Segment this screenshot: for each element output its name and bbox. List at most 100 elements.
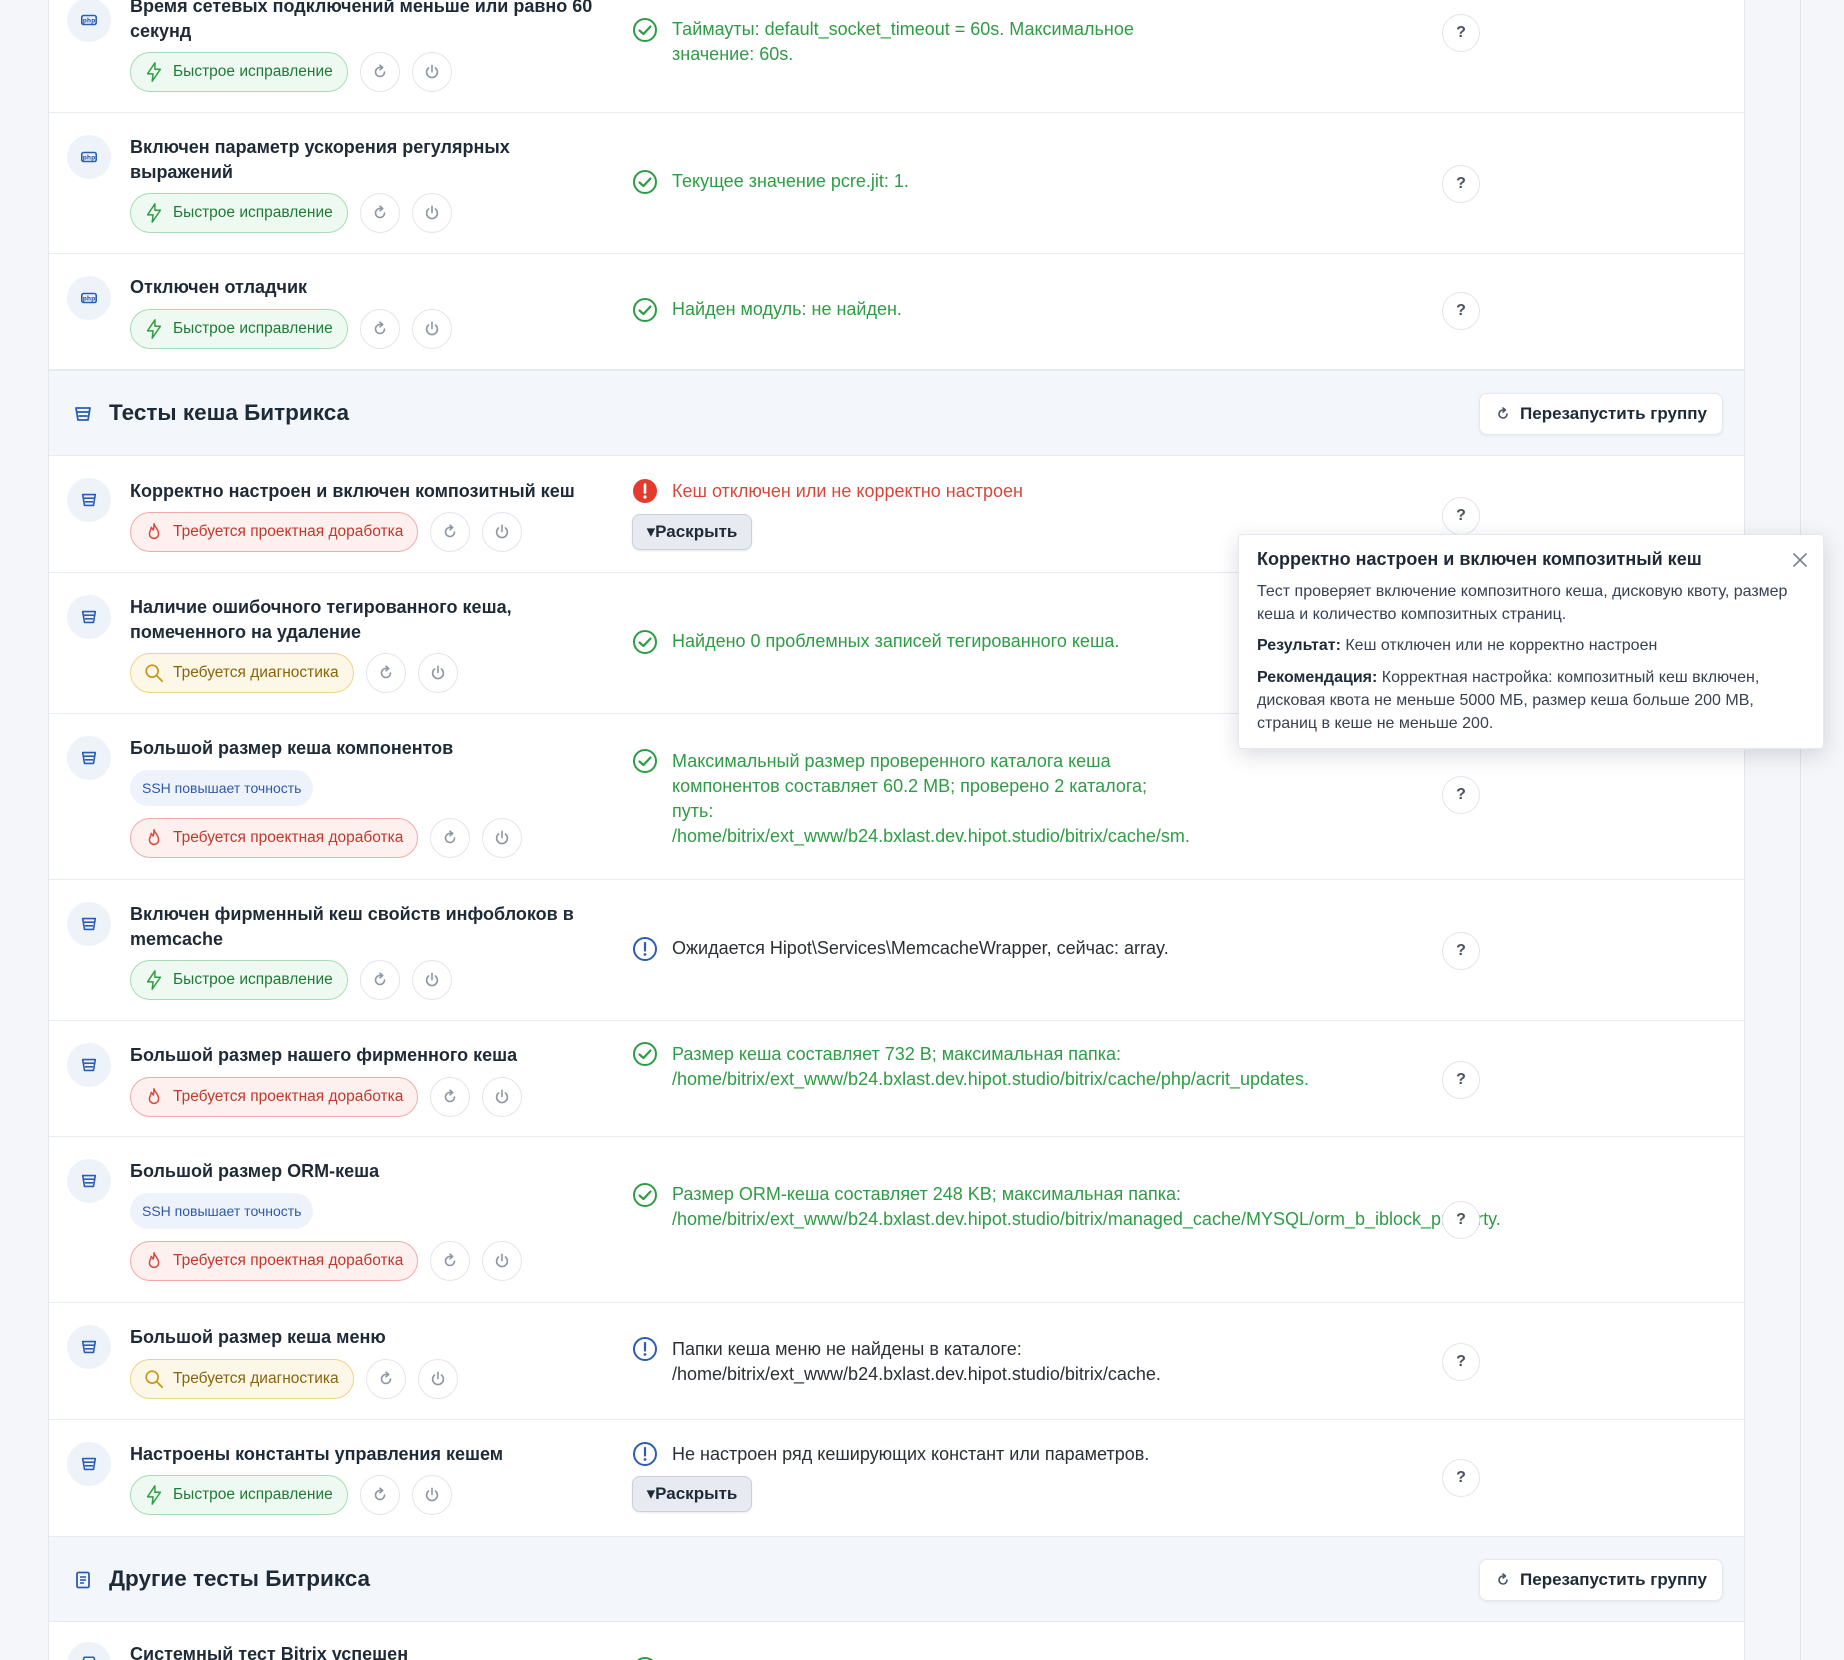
test-title: Корректно настроен и включен композитный… [130, 481, 575, 501]
help-button[interactable]: ? [1442, 1459, 1480, 1497]
power-icon [425, 972, 438, 987]
restart-group-label: Перезапустить группу [1520, 404, 1707, 423]
diagnostics-button[interactable]: Требуется диагностика [130, 653, 354, 693]
test-controls: Быстрое исправление [130, 960, 452, 1000]
svg-text:php: php [83, 297, 96, 303]
rerun-test-button[interactable] [430, 1241, 471, 1281]
test-row: Большой размер нашего фирменного кеша Тр… [49, 1021, 1744, 1137]
rerun-test-button[interactable] [365, 1359, 406, 1399]
help-button[interactable]: ? [1442, 1201, 1480, 1239]
database-icon [75, 407, 91, 421]
test-controls: Быстрое исправление [130, 1475, 452, 1515]
check-circle-icon [633, 1042, 657, 1066]
power-icon [425, 1487, 438, 1502]
quick-fix-label: Быстрое исправление [173, 63, 333, 80]
check-circle-icon [633, 298, 657, 322]
test-result: Максимальный размер проверенного каталог… [672, 751, 1190, 846]
rerun-test-button[interactable] [430, 818, 471, 858]
test-controls: Требуется проектная доработка [130, 512, 523, 552]
refresh-icon [445, 524, 456, 538]
power-icon [496, 830, 509, 845]
rerun-test-button[interactable] [359, 52, 400, 92]
disable-test-button[interactable] [482, 1077, 523, 1117]
test-result: Кеш отключен или не корректно настроен [672, 481, 1023, 501]
disable-test-button[interactable] [417, 1359, 458, 1399]
test-title: Отключен отладчик [130, 277, 308, 297]
test-result: Размер кеша составляет 732 B; максимальн… [672, 1044, 1310, 1089]
restart-group-button[interactable]: Перезапустить группу [1479, 1559, 1723, 1601]
rerun-test-button[interactable] [359, 193, 400, 233]
php-test-icon: php [67, 0, 111, 42]
cache-test-icon [67, 1442, 111, 1486]
refresh-icon [1498, 407, 1508, 419]
restart-group-label: Перезапустить группу [1520, 1570, 1707, 1589]
help-button[interactable]: ? [1442, 292, 1480, 330]
tooltip-recommendation: Рекомендация: Корректная настройка: комп… [1257, 666, 1805, 735]
disable-test-button[interactable] [482, 512, 523, 552]
disable-test-button[interactable] [411, 309, 452, 349]
quick-fix-button[interactable]: Быстрое исправление [130, 193, 348, 233]
disable-test-button[interactable] [482, 818, 523, 858]
help-button[interactable]: ? [1442, 14, 1480, 52]
test-controls: Быстрое исправление [130, 309, 452, 349]
test-controls: Требуется проектная доработка [130, 818, 523, 858]
diagnostics-label: Требуется диагностика [173, 1370, 339, 1387]
project-work-button[interactable]: Требуется проектная доработка [130, 818, 419, 858]
disable-test-button[interactable] [482, 1241, 523, 1281]
power-icon [496, 1089, 509, 1104]
check-circle-icon [637, 1657, 653, 1660]
quick-fix-button[interactable]: Быстрое исправление [130, 1475, 348, 1515]
diagnostics-button[interactable]: Требуется диагностика [130, 1359, 354, 1399]
check-circle-icon [633, 18, 657, 42]
test-controls: Быстрое исправление [130, 52, 452, 92]
power-icon [496, 524, 509, 539]
help-button[interactable]: ? [1442, 932, 1480, 970]
ssh-accuracy-badge: SSH повышает точность [130, 1193, 314, 1229]
rerun-test-button[interactable] [430, 512, 471, 552]
expand-details-button[interactable]: ▾Раскрыть [632, 1476, 752, 1512]
quick-fix-button[interactable]: Быстрое исправление [130, 52, 348, 92]
help-button[interactable]: ? [1442, 1061, 1480, 1099]
rerun-test-button[interactable] [430, 1077, 471, 1117]
php-test-icon: php [67, 276, 111, 320]
test-row: php Отключен отладчик Быстрое исправлени… [49, 254, 1744, 370]
disable-test-button[interactable] [411, 1475, 452, 1515]
lightning-icon [146, 970, 162, 990]
refresh-icon [445, 830, 456, 844]
rerun-test-button[interactable] [359, 1475, 400, 1515]
disable-test-button[interactable] [411, 193, 452, 233]
rerun-test-button[interactable] [359, 960, 400, 1000]
quick-fix-button[interactable]: Быстрое исправление [130, 309, 348, 349]
help-button[interactable]: ? [1442, 776, 1480, 814]
disable-test-button[interactable] [411, 52, 452, 92]
project-work-button[interactable]: Требуется проектная доработка [130, 1077, 419, 1117]
info-circle-icon [633, 937, 657, 961]
group-header-other: Другие тесты Битрикса Перезапустить груп… [49, 1536, 1744, 1622]
test-title: Большой размер кеша компонентов [130, 738, 454, 758]
quick-fix-button[interactable]: Быстрое исправление [130, 960, 348, 1000]
project-work-button[interactable]: Требуется проектная доработка [130, 1241, 419, 1281]
tooltip-recommendation-label: Рекомендация: [1257, 669, 1378, 686]
flame-icon [148, 1252, 160, 1269]
rerun-test-button[interactable] [365, 653, 406, 693]
test-result: Таймауты: default_socket_timeout = 60s. … [672, 19, 1134, 64]
quick-fix-label: Быстрое исправление [173, 971, 333, 988]
search-icon [145, 1370, 164, 1389]
close-icon[interactable] [1791, 551, 1809, 569]
help-button[interactable]: ? [1442, 165, 1480, 203]
check-circle-icon [633, 630, 657, 654]
test-title: Время сетевых подключений меньше или рав… [130, 0, 593, 41]
power-icon [496, 1253, 509, 1268]
project-work-button[interactable]: Требуется проектная доработка [130, 512, 419, 552]
help-button[interactable]: ? [1442, 497, 1480, 535]
disable-test-button[interactable] [417, 653, 458, 693]
test-controls: Требуется диагностика [130, 653, 458, 693]
restart-group-button[interactable]: Перезапустить группу [1479, 393, 1723, 435]
cache-test-icon [67, 736, 111, 780]
help-button[interactable]: ? [1442, 1343, 1480, 1381]
expand-details-button[interactable]: ▾Раскрыть [632, 514, 752, 550]
test-result: Найдено 0 проблемных записей тегированно… [672, 631, 1120, 651]
cache-test-icon [67, 478, 111, 522]
disable-test-button[interactable] [411, 960, 452, 1000]
rerun-test-button[interactable] [359, 309, 400, 349]
